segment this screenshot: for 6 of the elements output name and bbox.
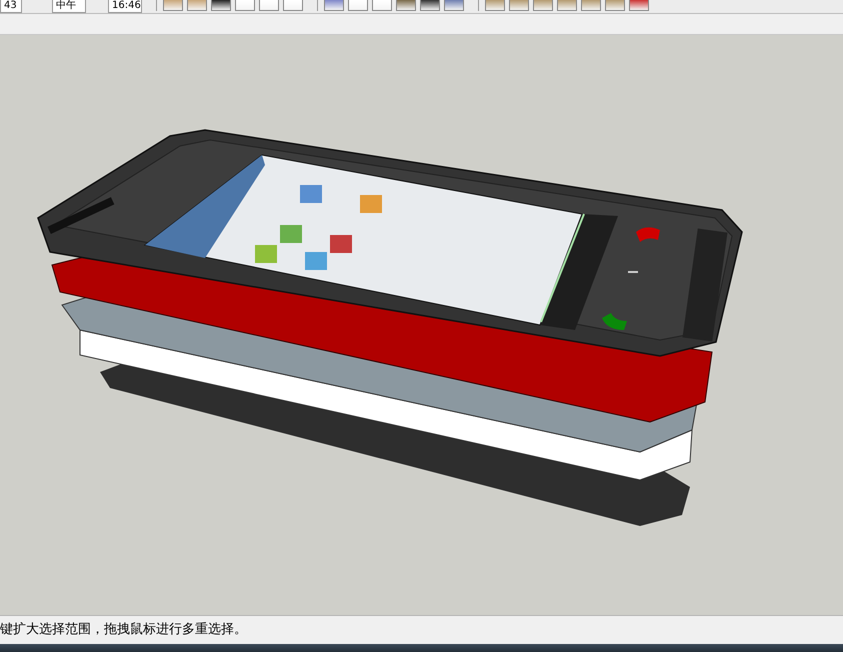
toolbar-field[interactable]: 16:46 <box>108 0 142 13</box>
toolbar-field[interactable]: 43 <box>0 0 22 13</box>
toolbar-button[interactable] <box>420 0 440 11</box>
toolbar-button[interactable] <box>211 0 231 11</box>
status-text: 键扩大选择范围，拖拽鼠标进行多重选择。 <box>0 621 247 639</box>
toolbar-field[interactable]: 中午 <box>52 0 86 13</box>
